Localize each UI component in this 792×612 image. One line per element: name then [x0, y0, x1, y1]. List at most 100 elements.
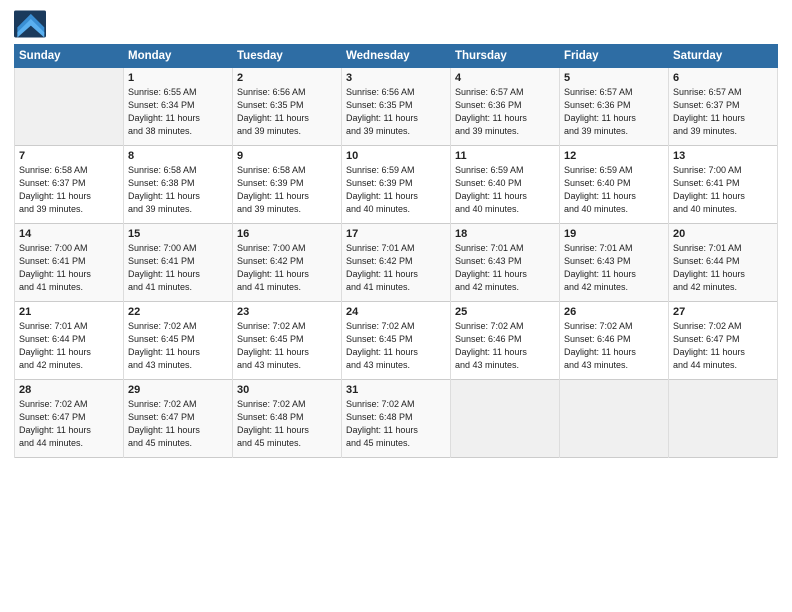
calendar-week-row: 7 Sunrise: 6:58 AMSunset: 6:37 PMDayligh…: [15, 146, 778, 224]
day-number: 27: [673, 306, 773, 318]
day-header: Friday: [560, 45, 669, 68]
calendar-cell: 4 Sunrise: 6:57 AMSunset: 6:36 PMDayligh…: [451, 68, 560, 146]
cell-info: Sunrise: 7:01 AMSunset: 6:43 PMDaylight:…: [455, 243, 527, 292]
calendar-cell: 10 Sunrise: 6:59 AMSunset: 6:39 PMDaylig…: [342, 146, 451, 224]
calendar-week-row: 14 Sunrise: 7:00 AMSunset: 6:41 PMDaylig…: [15, 224, 778, 302]
cell-info: Sunrise: 6:59 AMSunset: 6:40 PMDaylight:…: [455, 165, 527, 214]
cell-info: Sunrise: 7:02 AMSunset: 6:48 PMDaylight:…: [346, 399, 418, 448]
day-number: 28: [19, 384, 119, 396]
calendar-week-row: 28 Sunrise: 7:02 AMSunset: 6:47 PMDaylig…: [15, 380, 778, 458]
page-container: SundayMondayTuesdayWednesdayThursdayFrid…: [0, 0, 792, 466]
day-number: 1: [128, 72, 228, 84]
cell-info: Sunrise: 6:56 AMSunset: 6:35 PMDaylight:…: [346, 87, 418, 136]
cell-info: Sunrise: 7:02 AMSunset: 6:48 PMDaylight:…: [237, 399, 309, 448]
day-number: 31: [346, 384, 446, 396]
calendar-cell: 14 Sunrise: 7:00 AMSunset: 6:41 PMDaylig…: [15, 224, 124, 302]
cell-info: Sunrise: 7:02 AMSunset: 6:46 PMDaylight:…: [455, 321, 527, 370]
day-number: 7: [19, 150, 119, 162]
day-number: 8: [128, 150, 228, 162]
day-number: 29: [128, 384, 228, 396]
day-number: 22: [128, 306, 228, 318]
cell-info: Sunrise: 6:59 AMSunset: 6:39 PMDaylight:…: [346, 165, 418, 214]
cell-info: Sunrise: 7:00 AMSunset: 6:42 PMDaylight:…: [237, 243, 309, 292]
cell-info: Sunrise: 7:02 AMSunset: 6:47 PMDaylight:…: [19, 399, 91, 448]
cell-info: Sunrise: 7:01 AMSunset: 6:44 PMDaylight:…: [19, 321, 91, 370]
calendar-cell: [451, 380, 560, 458]
cell-info: Sunrise: 7:02 AMSunset: 6:46 PMDaylight:…: [564, 321, 636, 370]
day-number: 15: [128, 228, 228, 240]
cell-info: Sunrise: 7:01 AMSunset: 6:42 PMDaylight:…: [346, 243, 418, 292]
calendar-cell: [560, 380, 669, 458]
cell-info: Sunrise: 6:58 AMSunset: 6:39 PMDaylight:…: [237, 165, 309, 214]
day-number: 18: [455, 228, 555, 240]
day-header: Tuesday: [233, 45, 342, 68]
calendar-cell: 1 Sunrise: 6:55 AMSunset: 6:34 PMDayligh…: [124, 68, 233, 146]
cell-info: Sunrise: 7:02 AMSunset: 6:45 PMDaylight:…: [128, 321, 200, 370]
calendar-week-row: 21 Sunrise: 7:01 AMSunset: 6:44 PMDaylig…: [15, 302, 778, 380]
cell-info: Sunrise: 6:57 AMSunset: 6:36 PMDaylight:…: [455, 87, 527, 136]
calendar-cell: 20 Sunrise: 7:01 AMSunset: 6:44 PMDaylig…: [669, 224, 778, 302]
day-header: Wednesday: [342, 45, 451, 68]
calendar-cell: 12 Sunrise: 6:59 AMSunset: 6:40 PMDaylig…: [560, 146, 669, 224]
calendar-cell: 13 Sunrise: 7:00 AMSunset: 6:41 PMDaylig…: [669, 146, 778, 224]
day-header: Saturday: [669, 45, 778, 68]
day-number: 10: [346, 150, 446, 162]
calendar-cell: 6 Sunrise: 6:57 AMSunset: 6:37 PMDayligh…: [669, 68, 778, 146]
header-row: SundayMondayTuesdayWednesdayThursdayFrid…: [15, 45, 778, 68]
day-number: 17: [346, 228, 446, 240]
cell-info: Sunrise: 7:02 AMSunset: 6:45 PMDaylight:…: [237, 321, 309, 370]
day-number: 11: [455, 150, 555, 162]
day-number: 13: [673, 150, 773, 162]
day-number: 23: [237, 306, 337, 318]
calendar-cell: 2 Sunrise: 6:56 AMSunset: 6:35 PMDayligh…: [233, 68, 342, 146]
cell-info: Sunrise: 7:02 AMSunset: 6:45 PMDaylight:…: [346, 321, 418, 370]
day-number: 16: [237, 228, 337, 240]
cell-info: Sunrise: 6:58 AMSunset: 6:38 PMDaylight:…: [128, 165, 200, 214]
calendar-cell: 27 Sunrise: 7:02 AMSunset: 6:47 PMDaylig…: [669, 302, 778, 380]
cell-info: Sunrise: 6:58 AMSunset: 6:37 PMDaylight:…: [19, 165, 91, 214]
day-number: 2: [237, 72, 337, 84]
day-number: 26: [564, 306, 664, 318]
calendar-cell: 5 Sunrise: 6:57 AMSunset: 6:36 PMDayligh…: [560, 68, 669, 146]
calendar-cell: 3 Sunrise: 6:56 AMSunset: 6:35 PMDayligh…: [342, 68, 451, 146]
day-number: 12: [564, 150, 664, 162]
calendar-table: SundayMondayTuesdayWednesdayThursdayFrid…: [14, 44, 778, 458]
cell-info: Sunrise: 7:00 AMSunset: 6:41 PMDaylight:…: [673, 165, 745, 214]
cell-info: Sunrise: 6:55 AMSunset: 6:34 PMDaylight:…: [128, 87, 200, 136]
calendar-cell: 9 Sunrise: 6:58 AMSunset: 6:39 PMDayligh…: [233, 146, 342, 224]
cell-info: Sunrise: 6:57 AMSunset: 6:36 PMDaylight:…: [564, 87, 636, 136]
calendar-cell: [15, 68, 124, 146]
calendar-cell: 26 Sunrise: 7:02 AMSunset: 6:46 PMDaylig…: [560, 302, 669, 380]
calendar-cell: 24 Sunrise: 7:02 AMSunset: 6:45 PMDaylig…: [342, 302, 451, 380]
cell-info: Sunrise: 7:02 AMSunset: 6:47 PMDaylight:…: [128, 399, 200, 448]
day-header: Monday: [124, 45, 233, 68]
day-number: 30: [237, 384, 337, 396]
day-number: 4: [455, 72, 555, 84]
calendar-cell: 22 Sunrise: 7:02 AMSunset: 6:45 PMDaylig…: [124, 302, 233, 380]
calendar-cell: 23 Sunrise: 7:02 AMSunset: 6:45 PMDaylig…: [233, 302, 342, 380]
calendar-week-row: 1 Sunrise: 6:55 AMSunset: 6:34 PMDayligh…: [15, 68, 778, 146]
day-number: 25: [455, 306, 555, 318]
calendar-cell: 16 Sunrise: 7:00 AMSunset: 6:42 PMDaylig…: [233, 224, 342, 302]
day-number: 9: [237, 150, 337, 162]
day-header: Thursday: [451, 45, 560, 68]
cell-info: Sunrise: 6:59 AMSunset: 6:40 PMDaylight:…: [564, 165, 636, 214]
logo-icon: [14, 10, 46, 38]
logo: [14, 10, 50, 38]
calendar-cell: 15 Sunrise: 7:00 AMSunset: 6:41 PMDaylig…: [124, 224, 233, 302]
day-number: 19: [564, 228, 664, 240]
calendar-cell: 21 Sunrise: 7:01 AMSunset: 6:44 PMDaylig…: [15, 302, 124, 380]
day-number: 24: [346, 306, 446, 318]
cell-info: Sunrise: 6:56 AMSunset: 6:35 PMDaylight:…: [237, 87, 309, 136]
day-number: 5: [564, 72, 664, 84]
calendar-cell: 31 Sunrise: 7:02 AMSunset: 6:48 PMDaylig…: [342, 380, 451, 458]
cell-info: Sunrise: 7:01 AMSunset: 6:44 PMDaylight:…: [673, 243, 745, 292]
day-number: 14: [19, 228, 119, 240]
day-number: 21: [19, 306, 119, 318]
calendar-cell: 30 Sunrise: 7:02 AMSunset: 6:48 PMDaylig…: [233, 380, 342, 458]
calendar-cell: [669, 380, 778, 458]
cell-info: Sunrise: 7:00 AMSunset: 6:41 PMDaylight:…: [19, 243, 91, 292]
calendar-cell: 8 Sunrise: 6:58 AMSunset: 6:38 PMDayligh…: [124, 146, 233, 224]
cell-info: Sunrise: 7:00 AMSunset: 6:41 PMDaylight:…: [128, 243, 200, 292]
day-header: Sunday: [15, 45, 124, 68]
